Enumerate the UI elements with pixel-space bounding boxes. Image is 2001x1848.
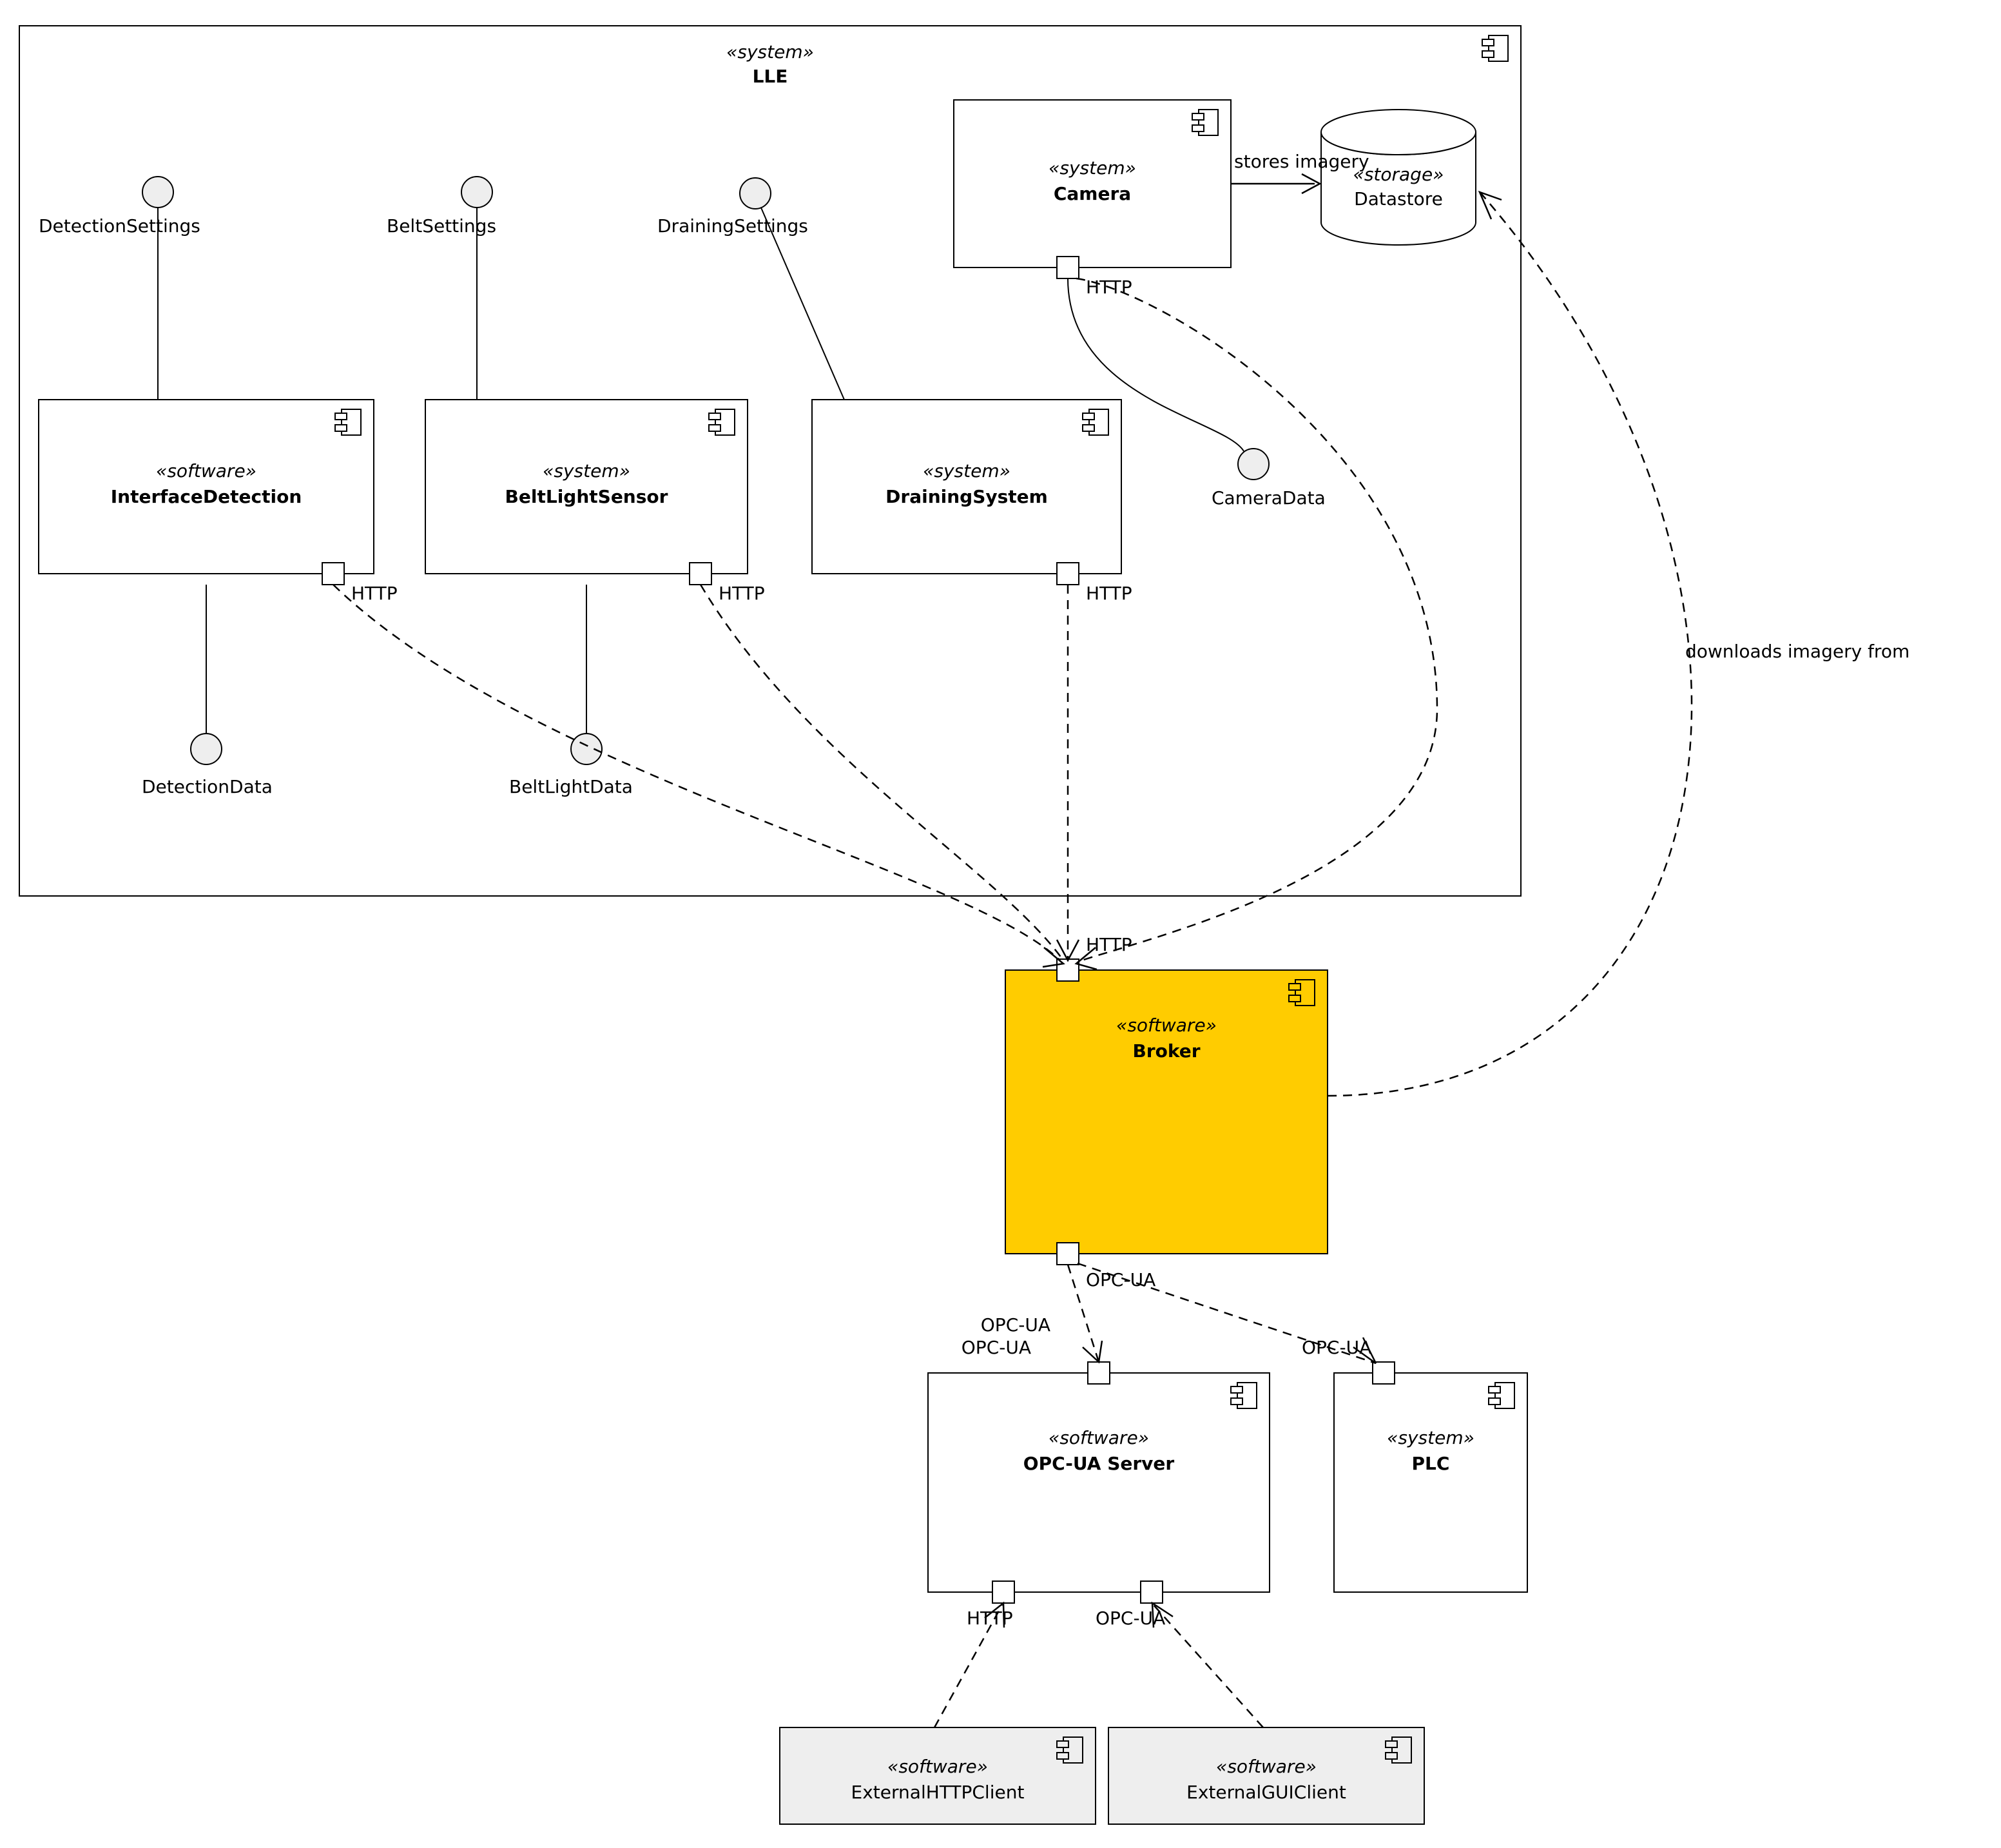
interface-detection: «software» InterfaceDetection HTTP (39, 400, 398, 604)
svg-text:«system»: «system» (1387, 1427, 1474, 1448)
belt-light-sensor: «system» BeltLightSensor HTTP (425, 400, 765, 604)
svg-text:Datastore: Datastore (1354, 188, 1443, 209)
svg-text:DetectionData: DetectionData (142, 776, 273, 797)
svg-text:«software»: «software» (156, 460, 256, 481)
broker-component: «software» Broker HTTP OPC-UA (1005, 934, 1328, 1290)
svg-text:DrainingSettings: DrainingSettings (657, 215, 808, 237)
camera-component: «system» Camera HTTP (954, 100, 1231, 298)
lle-stereo: «system» (726, 41, 814, 63)
downloads-label: downloads imagery from (1685, 641, 1909, 662)
svg-text:«system»: «system» (923, 460, 1010, 481)
opcua-server: «software» OPC-UA Server OPC-UA HTTP OPC… (928, 1337, 1270, 1629)
svg-text:HTTP: HTTP (719, 583, 765, 604)
svg-text:BeltLightSensor: BeltLightSensor (505, 486, 668, 507)
detectiondata-icon (191, 734, 222, 764)
external-http-client: «software» ExternalHTTPClient (780, 1727, 1096, 1824)
drainingsettings-icon (740, 178, 771, 209)
cameradata-label: CameraData (1212, 487, 1326, 509)
svg-text:OPC-UA: OPC-UA (962, 1337, 1031, 1358)
svg-text:Broker: Broker (1132, 1040, 1200, 1062)
uml-diagram: «system» LLE «storage» Datastore «system… (0, 0, 2001, 1848)
svg-text:«system»: «system» (1049, 157, 1136, 179)
datastore: «storage» Datastore (1321, 110, 1476, 245)
detectionsettings-icon (142, 177, 173, 208)
svg-text:HTTP: HTTP (967, 1608, 1013, 1629)
svg-text:«system»: «system» (543, 460, 630, 481)
svg-text:OPC-UA Server: OPC-UA Server (1023, 1453, 1175, 1474)
svg-text:«software»: «software» (1216, 1756, 1317, 1777)
svg-text:ExternalHTTPClient: ExternalHTTPClient (851, 1782, 1025, 1803)
svg-text:ExternalGUIClient: ExternalGUIClient (1186, 1782, 1346, 1803)
beltsettings-icon (461, 177, 492, 208)
svg-text:DrainingSystem: DrainingSystem (885, 486, 1048, 507)
svg-text:OPC-UA: OPC-UA (1302, 1337, 1371, 1358)
plc-component: «system» PLC OPC-UA (1302, 1337, 1527, 1592)
svg-text:HTTP: HTTP (351, 583, 398, 604)
svg-text:InterfaceDetection: InterfaceDetection (111, 486, 302, 507)
svg-text:BeltLightData: BeltLightData (509, 776, 633, 797)
svg-text:«software»: «software» (1116, 1015, 1217, 1036)
svg-text:«software»: «software» (1049, 1427, 1149, 1448)
draining-system: «system» DrainingSystem HTTP (812, 400, 1132, 604)
lle-name: LLE (753, 66, 788, 87)
cameradata-icon (1238, 449, 1269, 480)
svg-text:Camera: Camera (1054, 183, 1131, 204)
svg-text:BeltSettings: BeltSettings (387, 215, 496, 237)
svg-text:«software»: «software» (887, 1756, 988, 1777)
svg-text:OPC-UA: OPC-UA (981, 1314, 1050, 1336)
svg-text:HTTP: HTTP (1086, 583, 1132, 604)
svg-text:PLC: PLC (1412, 1453, 1450, 1474)
svg-text:HTTP: HTTP (1086, 934, 1132, 955)
external-gui-client: «software» ExternalGUIClient (1108, 1727, 1424, 1824)
stores-imagery-label: stores imagery (1234, 151, 1369, 172)
camera-port (1057, 257, 1079, 278)
beltlightdata-icon (571, 734, 602, 764)
svg-text:DetectionSettings: DetectionSettings (39, 215, 200, 237)
svg-text:OPC-UA: OPC-UA (1096, 1608, 1165, 1629)
svg-text:OPC-UA: OPC-UA (1086, 1269, 1155, 1290)
